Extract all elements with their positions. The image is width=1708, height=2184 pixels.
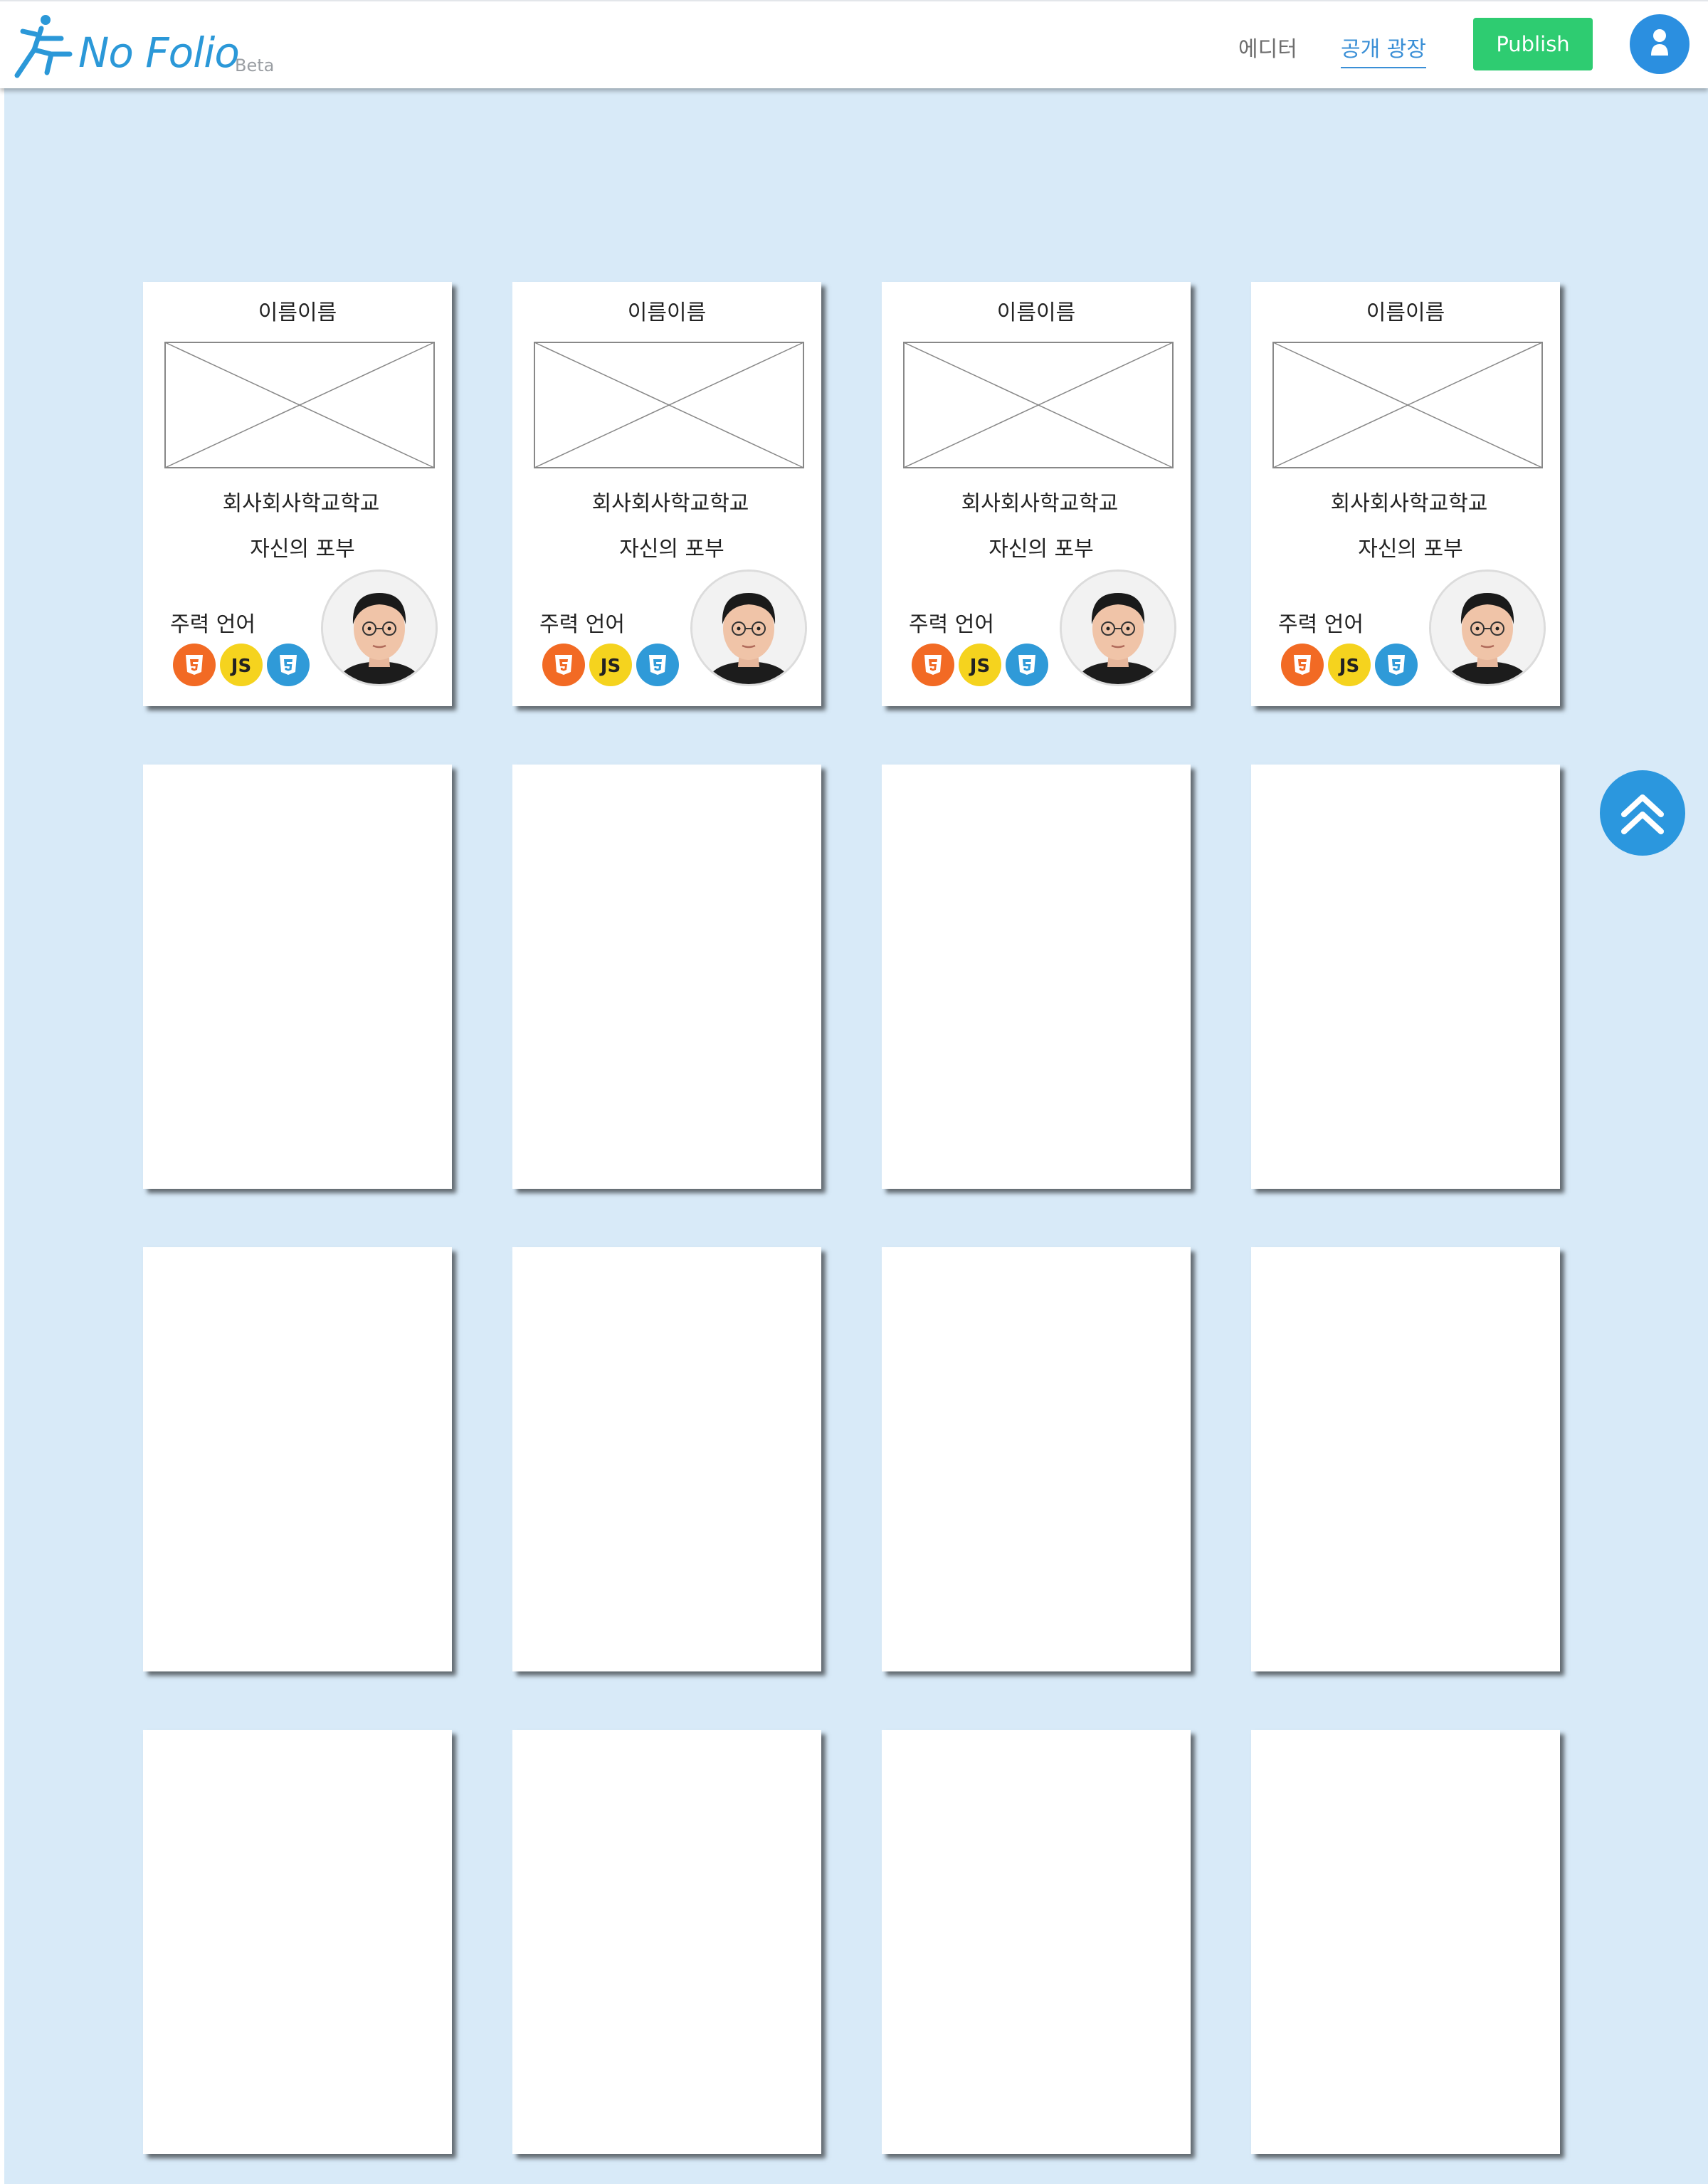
profile-photo <box>692 572 805 684</box>
card-company: 회사회사학교학교 <box>222 491 380 516</box>
profile-photo-frame <box>1060 569 1176 686</box>
profile-photo-frame <box>1429 569 1546 686</box>
empty-card[interactable] <box>512 1247 821 1671</box>
image-placeholder <box>1272 342 1543 468</box>
publish-button[interactable]: Publish <box>1473 18 1593 70</box>
language-icons: JS <box>542 644 685 689</box>
runner-logo-icon <box>14 15 73 78</box>
css3-icon <box>636 644 679 686</box>
empty-card[interactable] <box>1251 765 1560 1189</box>
card-company: 회사회사학교학교 <box>591 491 749 516</box>
card-language-label: 주력 언어 <box>170 612 255 637</box>
empty-card[interactable] <box>882 1730 1191 2154</box>
card-language-label: 주력 언어 <box>1278 612 1364 637</box>
card-language-label: 주력 언어 <box>539 612 625 637</box>
card-bio: 자신의 포부 <box>619 537 724 562</box>
profile-photo <box>1431 572 1544 684</box>
javascript-icon: JS <box>959 644 1001 686</box>
empty-card[interactable] <box>512 765 821 1189</box>
html5-icon <box>1281 644 1324 686</box>
profile-photo-frame <box>321 569 438 686</box>
svg-text:JS: JS <box>230 656 251 677</box>
javascript-icon: JS <box>589 644 632 686</box>
css3-icon <box>1006 644 1048 686</box>
html5-icon <box>542 644 585 686</box>
card-name: 이름이름 <box>1366 300 1445 325</box>
css3-icon <box>267 644 310 686</box>
image-placeholder <box>534 342 804 468</box>
nav-editor-link[interactable]: 에디터 <box>1238 31 1297 63</box>
empty-card[interactable] <box>882 1247 1191 1671</box>
language-icons: JS <box>912 644 1054 689</box>
svg-text:JS: JS <box>969 656 990 677</box>
portfolio-card[interactable]: 이름이름회사회사학교학교자신의 포부주력 언어 JS <box>882 282 1191 706</box>
scroll-top-button[interactable] <box>1600 770 1685 856</box>
user-icon <box>1651 29 1668 56</box>
html5-icon <box>912 644 954 686</box>
javascript-icon: JS <box>220 644 263 686</box>
card-name: 이름이름 <box>627 300 707 325</box>
html5-icon <box>173 644 216 686</box>
language-icons: JS <box>1281 644 1423 689</box>
portfolio-card[interactable]: 이름이름회사회사학교학교자신의 포부주력 언어 JS <box>143 282 452 706</box>
svg-text:JS: JS <box>1338 656 1359 677</box>
double-chevron-up-icon <box>1621 794 1664 834</box>
empty-card[interactable] <box>882 765 1191 1189</box>
empty-card[interactable] <box>143 1730 452 2154</box>
card-company: 회사회사학교학교 <box>961 491 1119 516</box>
portfolio-card[interactable]: 이름이름회사회사학교학교자신의 포부주력 언어 JS <box>512 282 821 706</box>
portfolio-card[interactable]: 이름이름회사회사학교학교자신의 포부주력 언어 JS <box>1251 282 1560 706</box>
profile-photo-frame <box>690 569 807 686</box>
empty-card[interactable] <box>1251 1730 1560 2154</box>
empty-card[interactable] <box>1251 1247 1560 1671</box>
image-placeholder <box>164 342 435 468</box>
profile-photo <box>323 572 436 684</box>
card-name: 이름이름 <box>996 300 1076 325</box>
language-icons: JS <box>173 644 315 689</box>
card-name: 이름이름 <box>258 300 337 325</box>
image-placeholder <box>903 342 1174 468</box>
nav-plaza-link[interactable]: 공개 광장 <box>1341 31 1426 68</box>
card-company: 회사회사학교학교 <box>1330 491 1488 516</box>
profile-photo <box>1062 572 1174 684</box>
logo-text: No Folio <box>78 28 240 77</box>
beta-label: Beta <box>235 56 275 75</box>
svg-text:JS: JS <box>599 656 621 677</box>
javascript-icon: JS <box>1328 644 1371 686</box>
empty-card[interactable] <box>143 765 452 1189</box>
gallery-area: 이름이름 회사회사학교학교 자신의 포부 주력 언어 JS 이름이름 회사회사학교학교 자신의… <box>4 88 1708 2184</box>
empty-card[interactable] <box>143 1247 452 1671</box>
card-bio: 자신의 포부 <box>989 537 1094 562</box>
card-language-label: 주력 언어 <box>909 612 994 637</box>
empty-card[interactable] <box>512 1730 821 2154</box>
user-avatar-button[interactable] <box>1630 14 1689 74</box>
top-navbar: No Folio Beta 에디터 공개 광장 Publish <box>0 0 1708 88</box>
card-bio: 자신의 포부 <box>250 537 355 562</box>
card-bio: 자신의 포부 <box>1358 537 1463 562</box>
css3-icon <box>1375 644 1418 686</box>
